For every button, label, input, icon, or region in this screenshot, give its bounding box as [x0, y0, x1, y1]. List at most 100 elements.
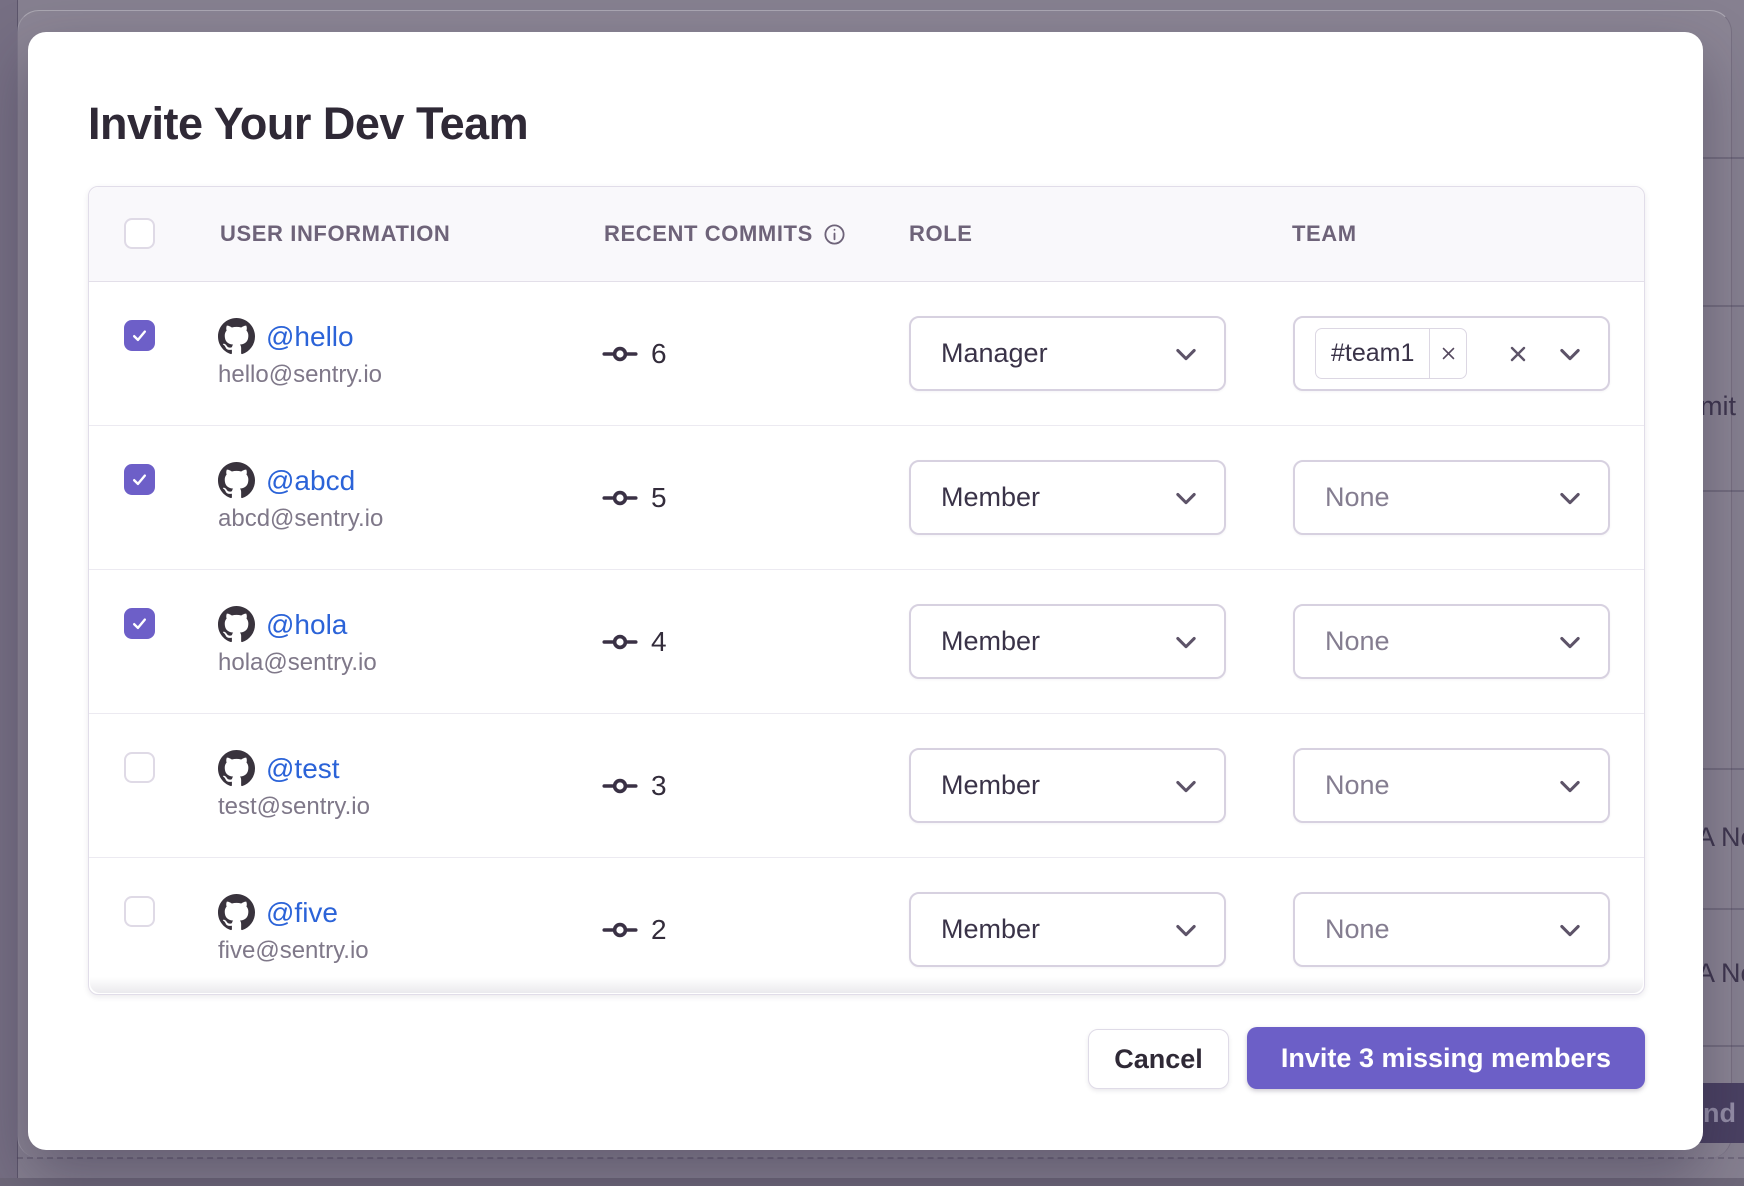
clear-team-icon[interactable] [1506, 342, 1530, 366]
row-checkbox[interactable] [124, 608, 155, 639]
invite-members-button[interactable]: Invite 3 missing members [1247, 1027, 1645, 1089]
background-text-fragment: A No [1697, 958, 1744, 989]
column-header-label: ROLE [909, 221, 973, 247]
github-icon [218, 318, 255, 355]
git-commit-icon [602, 336, 638, 372]
table-row: @five five@sentry.io 2 Member None [89, 857, 1644, 1001]
team-tag-label: #team1 [1316, 339, 1429, 368]
column-header-label: USER INFORMATION [220, 221, 450, 247]
recent-commits-cell: 4 [602, 570, 667, 713]
commit-count: 2 [651, 914, 667, 946]
team-select[interactable]: None [1293, 892, 1610, 967]
invite-table: USER INFORMATION RECENT COMMITS ROLE TEA… [88, 186, 1645, 995]
recent-commits-cell: 5 [602, 426, 667, 569]
chevron-down-icon [1556, 772, 1584, 800]
role-select[interactable]: Member [909, 748, 1226, 823]
github-username-link[interactable]: @abcd [266, 465, 355, 497]
row-checkbox[interactable] [124, 896, 155, 927]
background-bottom-strip [0, 1178, 1744, 1186]
team-value: None [1295, 914, 1390, 945]
chevron-down-icon [1172, 916, 1200, 944]
team-select[interactable]: None [1293, 460, 1610, 535]
commit-count: 4 [651, 626, 667, 658]
commit-count: 6 [651, 338, 667, 370]
git-commit-icon [602, 624, 638, 660]
team-select[interactable]: None [1293, 748, 1610, 823]
chevron-down-icon [1556, 484, 1584, 512]
column-header-role: ROLE [909, 187, 973, 281]
recent-commits-cell: 6 [602, 282, 667, 425]
chevron-down-icon [1556, 916, 1584, 944]
table-header: USER INFORMATION RECENT COMMITS ROLE TEA… [89, 187, 1644, 282]
row-checkbox[interactable] [124, 464, 155, 495]
invite-dev-team-modal: Invite Your Dev Team USER INFORMATION RE… [28, 32, 1703, 1150]
role-select[interactable]: Member [909, 460, 1226, 535]
git-commit-icon [602, 912, 638, 948]
background-text-fragment: A No [1697, 822, 1744, 853]
chevron-down-icon [1172, 484, 1200, 512]
select-all-checkbox[interactable] [124, 218, 155, 249]
row-checkbox[interactable] [124, 752, 155, 783]
table-row: @abcd abcd@sentry.io 5 Member None [89, 425, 1644, 569]
chevron-down-icon [1172, 628, 1200, 656]
user-info-cell: @abcd abcd@sentry.io [218, 462, 383, 533]
team-value: None [1295, 626, 1390, 657]
user-email: test@sentry.io [218, 793, 370, 821]
team-tag: #team1 [1315, 328, 1467, 379]
team-select[interactable]: #team1 [1293, 316, 1610, 391]
cancel-button[interactable]: Cancel [1088, 1029, 1229, 1089]
checkmark-icon [131, 615, 148, 632]
table-row: @hola hola@sentry.io 4 Member None [89, 569, 1644, 713]
role-value: Member [941, 770, 1040, 801]
modal-title: Invite Your Dev Team [88, 98, 528, 150]
row-checkbox[interactable] [124, 320, 155, 351]
chevron-down-icon [1556, 340, 1584, 368]
github-username-link[interactable]: @five [266, 897, 338, 929]
role-select[interactable]: Member [909, 892, 1226, 967]
user-info-cell: @five five@sentry.io [218, 894, 369, 965]
git-commit-icon [602, 480, 638, 516]
column-header-label: RECENT COMMITS [604, 221, 813, 247]
column-header-recent-commits: RECENT COMMITS [604, 187, 846, 281]
team-select[interactable]: None [1293, 604, 1610, 679]
chevron-down-icon [1556, 628, 1584, 656]
info-icon[interactable] [823, 223, 846, 246]
column-header-team: TEAM [1292, 187, 1357, 281]
background-card-bottom-edge [17, 1157, 1744, 1159]
team-value: None [1295, 770, 1390, 801]
user-info-cell: @hello hello@sentry.io [218, 318, 382, 389]
role-value: Member [941, 482, 1040, 513]
table-body: @hello hello@sentry.io 6 Manager #team1 [89, 282, 1644, 1001]
recent-commits-cell: 3 [602, 714, 667, 857]
github-icon [218, 606, 255, 643]
chevron-down-icon [1172, 340, 1200, 368]
team-value: None [1295, 482, 1390, 513]
github-username-link[interactable]: @hello [266, 321, 354, 353]
user-email: abcd@sentry.io [218, 505, 383, 533]
user-email: hola@sentry.io [218, 649, 377, 677]
recent-commits-cell: 2 [602, 858, 667, 1001]
role-value: Member [941, 914, 1040, 945]
commit-count: 3 [651, 770, 667, 802]
remove-team-icon[interactable] [1429, 329, 1466, 378]
table-row: @test test@sentry.io 3 Member None [89, 713, 1644, 857]
role-value: Member [941, 626, 1040, 657]
github-icon [218, 750, 255, 787]
table-row: @hello hello@sentry.io 6 Manager #team1 [89, 282, 1644, 425]
github-icon [218, 462, 255, 499]
github-username-link[interactable]: @hola [266, 609, 347, 641]
git-commit-icon [602, 768, 638, 804]
column-header-label: TEAM [1292, 221, 1357, 247]
commit-count: 5 [651, 482, 667, 514]
github-username-link[interactable]: @test [266, 753, 340, 785]
role-select[interactable]: Member [909, 604, 1226, 679]
background-text-fragment: mit [1700, 391, 1736, 422]
role-select[interactable]: Manager [909, 316, 1226, 391]
user-email: hello@sentry.io [218, 361, 382, 389]
column-header-user-information: USER INFORMATION [220, 187, 450, 281]
user-info-cell: @test test@sentry.io [218, 750, 370, 821]
chevron-down-icon [1172, 772, 1200, 800]
user-email: five@sentry.io [218, 937, 369, 965]
checkmark-icon [131, 471, 148, 488]
background-sidebar-edge [0, 0, 18, 1186]
